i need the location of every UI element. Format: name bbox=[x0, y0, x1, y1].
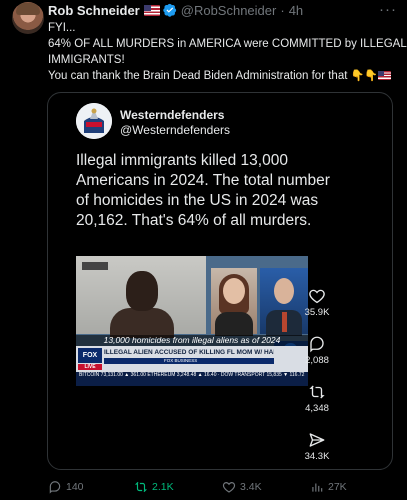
guest-panel bbox=[260, 268, 308, 336]
heart-icon bbox=[309, 289, 325, 304]
news-headline: ILLEGAL ALIEN ACCUSED OF KILLING FL MOM … bbox=[104, 349, 274, 356]
like-action[interactable]: 35.9K bbox=[303, 287, 331, 318]
quoted-text: Illegal immigrants killed 13,000 America… bbox=[76, 152, 330, 229]
post-line: You can thank the Brain Dead Biden Admin… bbox=[48, 68, 398, 84]
quoted-author-name[interactable]: Westerndefenders bbox=[120, 108, 224, 122]
post-time[interactable]: 4h bbox=[289, 3, 303, 18]
repost-button[interactable]: 2.1K bbox=[134, 480, 174, 494]
views-button[interactable]: 27K bbox=[310, 480, 347, 494]
us-flag-icon bbox=[143, 4, 160, 16]
post-header: Rob Schneider @RobSchneider · 4h bbox=[48, 2, 303, 18]
verified-badge-icon bbox=[163, 3, 176, 17]
views-count: 27K bbox=[328, 481, 347, 493]
reply-count: 140 bbox=[66, 481, 84, 493]
separator-dot: · bbox=[280, 2, 285, 18]
post-card[interactable]: Rob Schneider @RobSchneider · 4h ··· FYI… bbox=[0, 0, 407, 500]
repost-count: 4,348 bbox=[305, 403, 329, 414]
reply-button[interactable]: 140 bbox=[48, 480, 84, 494]
quoted-author-handle[interactable]: @Westerndefenders bbox=[120, 123, 230, 137]
reply-count: 2,088 bbox=[305, 355, 329, 366]
network-sub-bar: FOX BUSINESS bbox=[104, 358, 274, 364]
embedded-video[interactable]: f 13,000 homicides from illegal aliens a… bbox=[76, 256, 308, 386]
heart-icon bbox=[222, 482, 236, 493]
reply-icon bbox=[49, 481, 61, 494]
like-button[interactable]: 3.4K bbox=[222, 480, 262, 494]
mugshot-panel bbox=[76, 256, 206, 338]
us-flag-emoji bbox=[378, 71, 392, 80]
quoted-post[interactable]: Westerndefenders @Westerndefenders Illeg… bbox=[47, 92, 393, 470]
post-line: IMMIGRANTS! bbox=[48, 54, 125, 66]
share-count: 34.3K bbox=[304, 451, 330, 462]
author-avatar[interactable] bbox=[12, 2, 44, 34]
reply-icon bbox=[310, 336, 324, 353]
more-horizontal-icon[interactable]: ··· bbox=[379, 1, 397, 18]
repost-icon bbox=[309, 385, 325, 399]
repost-icon bbox=[134, 481, 148, 493]
author-handle[interactable]: @RobSchneider bbox=[181, 3, 277, 18]
post-line-text: You can thank the Brain Dead Biden Admin… bbox=[48, 70, 348, 82]
news-lower-third: FOX LIVE ILLEGAL ALIEN ACCUSED OF KILLIN… bbox=[76, 346, 308, 386]
post-text: FYI... 64% OF ALL MURDERS in AMERICA wer… bbox=[48, 20, 407, 84]
live-badge: LIVE bbox=[78, 364, 102, 370]
repost-count: 2.1K bbox=[152, 481, 174, 493]
pointing-down-emoji: 👇👇 bbox=[350, 70, 379, 82]
share-icon bbox=[309, 433, 325, 447]
post-line: 64% OF ALL MURDERS in AMERICA were COMMI… bbox=[48, 38, 407, 50]
repost-action[interactable]: 4,348 bbox=[303, 383, 331, 414]
share-action[interactable]: 34.3K bbox=[303, 431, 331, 462]
anchor-panel bbox=[211, 268, 257, 336]
post-line: FYI... bbox=[48, 22, 76, 34]
market-ticker: BITCOIN 73,131.00 ▲ 361.00 ETHEREUM 3,24… bbox=[76, 372, 308, 386]
like-count: 3.4K bbox=[240, 481, 262, 493]
views-chart-icon bbox=[312, 483, 323, 492]
post-footer-actions: 140 2.1K 3.4K 27K bbox=[0, 476, 407, 496]
quoted-author-avatar[interactable] bbox=[76, 103, 112, 139]
network-logo: FOX bbox=[78, 348, 102, 363]
author-name[interactable]: Rob Schneider bbox=[48, 3, 140, 18]
video-caption: 13,000 homicides from illegal aliens as … bbox=[76, 335, 308, 346]
like-count: 35.9K bbox=[304, 307, 330, 318]
reply-action[interactable]: 2,088 bbox=[303, 335, 331, 366]
